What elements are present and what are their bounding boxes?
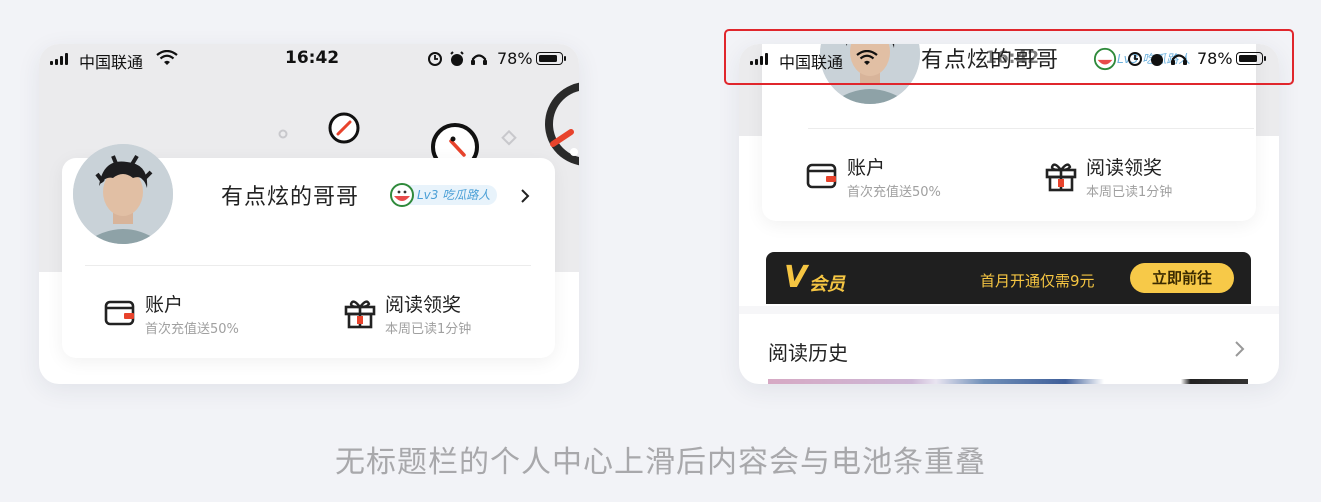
chevron-right-icon[interactable] <box>1232 341 1246 357</box>
account-subtitle: 首次充值送50% <box>145 322 239 337</box>
vip-promo-text: 首月开通仅需9元 <box>980 272 1095 290</box>
wifi-icon <box>156 50 178 65</box>
status-bar: 中国联通 16:42 78% <box>39 44 579 74</box>
chevron-right-icon[interactable] <box>518 189 532 203</box>
level-badge-label: Lv3 吃瓜路人 <box>417 188 491 202</box>
section-separator <box>739 306 1279 314</box>
account-title: 账户 <box>145 294 184 316</box>
reading-reward-subtitle: 本周已读1分钟 <box>1086 185 1173 200</box>
account-title: 账户 <box>847 157 886 179</box>
vip-banner[interactable]: V 会员 首月开通仅需9元 立即前往 <box>766 252 1251 304</box>
watermelon-icon <box>390 183 414 207</box>
overlap-highlight <box>724 29 1294 85</box>
reading-history-title[interactable]: 阅读历史 <box>768 337 848 366</box>
account-subtitle: 首次充值送50% <box>847 185 941 200</box>
reading-reward-title: 阅读领奖 <box>385 294 462 316</box>
reading-reward-subtitle: 本周已读1分钟 <box>385 322 472 337</box>
level-badge[interactable]: Lv3 吃瓜路人 <box>390 183 498 207</box>
card-divider <box>85 265 531 266</box>
status-icons <box>428 51 487 66</box>
gift-icon <box>344 300 376 329</box>
battery-percentage: 78% <box>497 49 533 68</box>
gift-icon <box>1045 163 1077 192</box>
signal-icon <box>50 53 70 65</box>
profile-screen-scrolled: 账户 首次充值送50% 阅读领奖 本周已读1分钟 V 会员 首月开通仅需9元 立… <box>739 44 1279 384</box>
status-time: 16:42 <box>285 48 340 68</box>
vip-go-button[interactable]: 立即前往 <box>1130 263 1234 293</box>
vip-label: 会员 <box>809 274 845 295</box>
wallet-icon <box>806 163 837 189</box>
reading-reward-title: 阅读领奖 <box>1086 157 1163 179</box>
carrier-label: 中国联通 <box>79 53 144 72</box>
username[interactable]: 有点炫的哥哥 <box>221 179 359 211</box>
battery-icon <box>536 52 566 65</box>
avatar[interactable] <box>73 144 173 244</box>
wallet-icon <box>104 300 135 326</box>
caption: 无标题栏的个人中心上滑后内容会与电池条重叠 <box>335 445 986 480</box>
profile-screen-default: 中国联通 16:42 78% 有点炫的哥哥 Lv3 吃瓜路人 账户 首次充值送5… <box>39 44 579 384</box>
vip-logo: V <box>784 260 808 295</box>
reading-history-thumbnails[interactable] <box>768 379 1248 384</box>
card-divider <box>808 128 1254 129</box>
